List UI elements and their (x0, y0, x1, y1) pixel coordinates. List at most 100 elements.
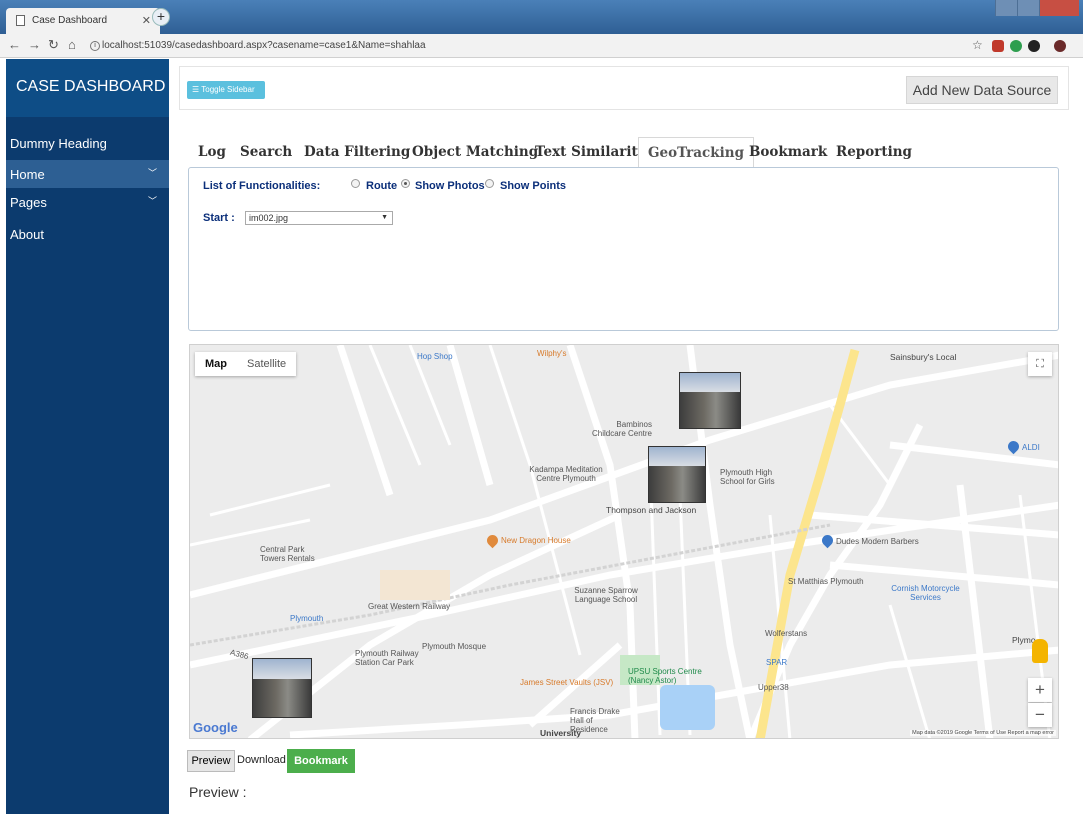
preview-button[interactable]: Preview (187, 750, 235, 772)
start-select[interactable]: im002.jpg ▼ (245, 211, 393, 225)
map-label: Plymouth Railway Station Car Park (355, 649, 419, 667)
photo-marker[interactable] (648, 446, 706, 503)
star-icon[interactable]: ☆ (972, 38, 983, 52)
top-toolbar: ☰ Toggle Sidebar Add New Data Source (179, 66, 1069, 110)
browser-tab[interactable]: Case Dashboard ✕ (6, 8, 160, 34)
close-icon[interactable]: ✕ (142, 14, 151, 27)
address-bar: ← → ↻ ⌂ i localhost:51039/casedashboard.… (0, 34, 1083, 58)
map-view[interactable]: Map Satellite ⛶ Hop Shop Wilphy's Sainsb… (189, 344, 1059, 739)
window-close-icon[interactable] (1039, 0, 1079, 16)
photo-marker[interactable] (679, 372, 741, 429)
tab-text-similarity[interactable]: Text Similarity (535, 137, 646, 168)
map-label: Bambinos Childcare Centre (591, 420, 652, 438)
map-label: Thompson and Jackson (606, 505, 697, 515)
map-type-satellite[interactable]: Satellite (237, 352, 296, 376)
route-label[interactable]: Route (366, 180, 397, 192)
google-logo: Google (193, 720, 238, 735)
photo-marker[interactable] (252, 658, 312, 718)
sidebar-item-label: About (10, 227, 44, 242)
extension-icon[interactable] (1028, 40, 1040, 52)
sidebar-item-label: Home (10, 167, 45, 182)
zoom-out-button[interactable]: − (1028, 703, 1052, 727)
browser-tab-title: Case Dashboard (32, 15, 108, 26)
map-label: Cornish Motorcycle Services (891, 584, 960, 602)
tab-object-matching[interactable]: Object Matching (412, 137, 538, 168)
extension-icon[interactable] (992, 40, 1004, 52)
browser-titlebar: Case Dashboard ✕ + (0, 0, 1083, 34)
map-label: Wilphy's (537, 349, 567, 358)
show-photos-label[interactable]: Show Photos (415, 180, 485, 192)
map-label: ALDI (1022, 443, 1040, 452)
map-label: Dudes Modern Barbers (836, 537, 919, 546)
map-label: Sainsbury's Local (890, 352, 957, 362)
map-type-map[interactable]: Map (195, 352, 237, 376)
map-label: Plymouth (290, 614, 324, 623)
show-points-label[interactable]: Show Points (500, 180, 566, 192)
info-icon[interactable]: i (90, 41, 100, 51)
tab-log[interactable]: Log (198, 137, 226, 168)
map-label: SPAR (766, 658, 788, 667)
home-icon[interactable]: ⌂ (68, 37, 76, 52)
route-radio[interactable] (351, 179, 360, 188)
map-streets (190, 345, 1058, 738)
menu-icon: ☰ (192, 85, 200, 94)
sidebar-title: CASE DASHBOARD (6, 59, 169, 117)
new-tab-icon[interactable]: + (152, 8, 170, 26)
sidebar-item-label: Dummy Heading (10, 136, 107, 151)
map-label: University (540, 728, 582, 738)
map-label: Central Park Towers Rentals (260, 545, 315, 563)
map-label: Plymouth Mosque (422, 642, 487, 651)
map-label: UPSU Sports Centre (Nancy Astor) (628, 667, 702, 685)
tab-search[interactable]: Search (240, 137, 292, 168)
start-select-value: im002.jpg (249, 213, 289, 223)
window-controls (995, 0, 1079, 16)
map-label: Wolferstans (765, 629, 808, 638)
map-label: New Dragon House (501, 536, 571, 545)
map-label: Upper38 (758, 683, 789, 692)
extension-icon[interactable] (1010, 40, 1022, 52)
url-text: localhost:51039/casedashboard.aspx?casen… (102, 40, 426, 51)
functionalities-label: List of Functionalities: (203, 180, 321, 192)
chevron-down-icon: ﹀ (147, 196, 157, 206)
show-points-radio[interactable] (485, 179, 494, 188)
zoom-in-button[interactable]: + (1028, 678, 1052, 702)
reload-icon[interactable]: ↻ (48, 37, 59, 53)
toggle-sidebar-button[interactable]: ☰ Toggle Sidebar (187, 81, 265, 99)
bookmark-button[interactable]: Bookmark (287, 749, 355, 773)
tab-data-filtering[interactable]: Data Filtering (304, 137, 410, 168)
tab-reporting[interactable]: Reporting (836, 137, 912, 168)
sidebar-item-about[interactable]: About (6, 220, 169, 248)
tab-geotracking[interactable]: GeoTracking (638, 137, 755, 168)
start-label: Start : (203, 212, 235, 224)
profile-avatar[interactable] (1054, 40, 1066, 52)
show-photos-radio[interactable] (401, 179, 410, 188)
sidebar-item-home[interactable]: Home ﹀ (6, 160, 169, 188)
download-link[interactable]: Download (237, 750, 287, 772)
back-icon[interactable]: ← (8, 37, 21, 52)
map-label: Hop Shop (417, 352, 453, 361)
sidebar: CASE DASHBOARD Dummy Heading Home ﹀ Page… (6, 59, 169, 814)
chevron-down-icon: ﹀ (147, 168, 157, 178)
map-label: Great Western Railway (368, 602, 451, 611)
sidebar-item-label: Pages (10, 195, 47, 210)
dropdown-arrow-icon: ▼ (381, 214, 388, 221)
toggle-sidebar-label: Toggle Sidebar (201, 85, 255, 94)
map-type-control: Map Satellite (195, 352, 297, 376)
forward-icon[interactable]: → (28, 37, 41, 52)
sidebar-item-pages[interactable]: Pages ﹀ (6, 188, 169, 216)
map-label: Suzanne Sparrow Language School (574, 586, 638, 604)
preview-heading: Preview : (189, 784, 247, 800)
url-field[interactable]: i localhost:51039/casedashboard.aspx?cas… (90, 37, 950, 55)
sidebar-item-dummy-heading[interactable]: Dummy Heading (6, 131, 169, 157)
minimize-icon[interactable] (995, 0, 1017, 16)
map-attribution[interactable]: Map data ©2019 Google Terms of Use Repor… (910, 730, 1056, 736)
map-label: St Matthias Plymouth (788, 577, 864, 586)
map-label: Plymouth High School for Girls (720, 468, 775, 486)
maximize-icon[interactable] (1017, 0, 1039, 16)
add-data-source-button[interactable]: Add New Data Source (906, 76, 1058, 104)
street-view-pegman-icon[interactable] (1032, 639, 1048, 663)
map-label: Kadampa Meditation Centre Plymouth (529, 465, 603, 483)
fullscreen-icon[interactable]: ⛶ (1028, 352, 1052, 376)
tab-bookmark[interactable]: Bookmark (749, 137, 827, 168)
page-icon (16, 15, 25, 26)
